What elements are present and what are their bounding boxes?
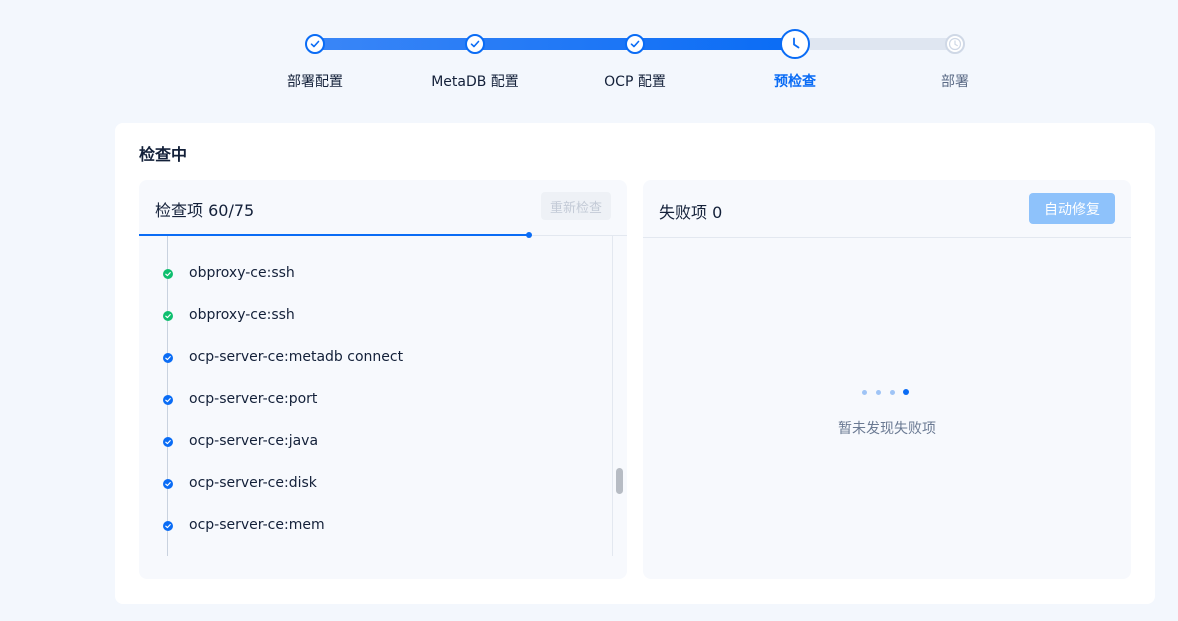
scrollbar-thumb[interactable] [616, 468, 623, 494]
precheck-card: 检查中 检查项 60/75 重新检查 – – – obproxy-ce:ssh … [115, 123, 1155, 604]
page-title: 检查中 [139, 145, 188, 164]
step-5-label: 部署 [941, 74, 969, 90]
empty-state-text: 暂未发现失败项 [838, 421, 936, 437]
list-item: ocp-server-ce:disk [139, 473, 599, 497]
check-item-name: obproxy-ce:ssh [189, 307, 295, 323]
list-item: obproxy-ce:ssh [139, 305, 599, 329]
recheck-button[interactable]: 重新检查 [541, 192, 611, 220]
step-3-check-icon [625, 34, 645, 54]
failed-items-title: 失败项 0 [659, 203, 723, 222]
list-item: ocp-server-ce:port [139, 389, 599, 413]
loading-dots-icon [862, 389, 912, 397]
step-4-label: 预检查 [774, 74, 816, 90]
list-item: obproxy-ce:ssh [139, 263, 599, 287]
checking-check-icon [163, 479, 173, 489]
success-check-icon [163, 269, 173, 279]
check-item-name: ocp-server-ce:port [189, 391, 318, 407]
success-check-icon [163, 311, 173, 321]
step-2-check-icon [465, 34, 485, 54]
auto-fix-button[interactable]: 自动修复 [1029, 193, 1115, 224]
step-4-clock-icon [780, 29, 810, 59]
check-items-title: 检查项 60/75 [155, 201, 255, 220]
list-item: ocp-server-ce:mem [139, 515, 599, 539]
step-2-label: MetaDB 配置 [431, 74, 519, 90]
check-item-name: ocp-server-ce:metadb connect [189, 349, 404, 365]
checking-check-icon [163, 521, 173, 531]
check-items-header: 检查项 60/75 重新检查 [139, 180, 627, 236]
deployment-stepper: 部署配置 MetaDB 配置 OCP 配置 预检查 部署 [0, 0, 1178, 110]
check-item-name: ocp-server-ce:mem [189, 517, 325, 533]
stepper-track-remaining [795, 38, 955, 50]
step-1-label: 部署配置 [287, 74, 343, 90]
partial-list-item: – – – [189, 236, 219, 242]
check-item-name: ocp-server-ce:java [189, 433, 319, 449]
check-items-list[interactable]: – – – obproxy-ce:ssh obproxy-ce:ssh ocp-… [139, 236, 613, 556]
checking-check-icon [163, 353, 173, 363]
check-item-name: ocp-server-ce:disk [189, 475, 317, 491]
step-1-check-icon [305, 34, 325, 54]
list-scrollbar[interactable] [612, 236, 626, 556]
failed-items-panel: 失败项 0 自动修复 暂未发现失败项 [643, 180, 1131, 579]
list-item: ocp-server-ce:java [139, 431, 599, 455]
check-items-panel: 检查项 60/75 重新检查 – – – obproxy-ce:ssh obpr… [139, 180, 627, 579]
checking-check-icon [163, 395, 173, 405]
failed-items-header: 失败项 0 自动修复 [643, 180, 1131, 238]
list-item: ocp-server-ce:metadb connect [139, 347, 599, 371]
check-item-name: obproxy-ce:ssh [189, 265, 295, 281]
stepper-track-completed [315, 38, 795, 50]
step-3-label: OCP 配置 [604, 74, 666, 90]
step-5-clock-icon [945, 34, 965, 54]
checking-check-icon [163, 437, 173, 447]
